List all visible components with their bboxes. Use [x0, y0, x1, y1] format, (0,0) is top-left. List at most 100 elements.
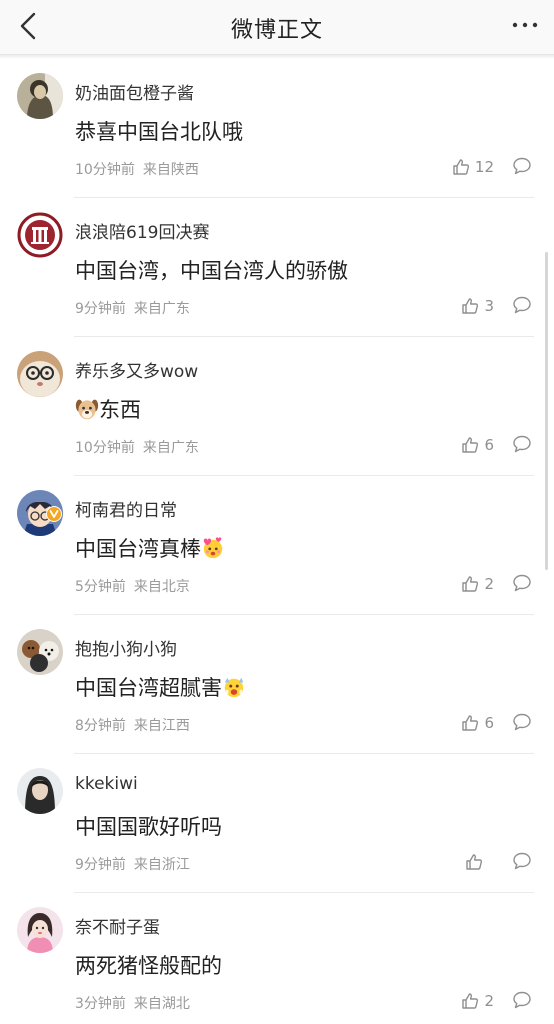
- thumbs-up-icon: [462, 576, 479, 592]
- comment-source: 来自北京: [133, 579, 190, 595]
- comment-bubble-icon: [513, 574, 531, 592]
- avatar[interactable]: [17, 629, 63, 675]
- thumbs-up-icon: [462, 993, 479, 1009]
- avatar[interactable]: [17, 907, 63, 953]
- comment-meta: 9分钟前 来自广东: [75, 298, 190, 318]
- reply-button[interactable]: [512, 434, 532, 454]
- comment-list: 奶油面包橙子酱 恭喜中国台北队哦 10分钟前 来自陕西 12 浪浪陪619回决赛…: [0, 59, 554, 1024]
- pink-girl-avatar-icon: [17, 907, 63, 953]
- avatar[interactable]: [17, 351, 63, 397]
- more-button[interactable]: [510, 12, 540, 38]
- nav-bar: 微博正文: [0, 0, 554, 55]
- comment-meta: 3分钟前 来自湖北: [75, 993, 190, 1013]
- username[interactable]: 浪浪陪619回决赛: [75, 218, 209, 243]
- comment-bubble-icon: [513, 713, 531, 731]
- more-dots-icon: [512, 22, 538, 28]
- like-button[interactable]: 2: [461, 989, 494, 1013]
- comment-text-content: 东西: [99, 398, 141, 422]
- comment-text: 恭喜中国台北队哦: [75, 116, 243, 146]
- comment-text-content: 恭喜中国台北队哦: [75, 120, 243, 144]
- dark-hair-girl-avatar-icon: [17, 768, 63, 814]
- comment-source: 来自浙江: [133, 857, 190, 873]
- comment-item: kkekiwi 中国国歌好听吗 9分钟前 来自浙江: [0, 754, 554, 893]
- like-button[interactable]: 3: [461, 294, 494, 318]
- plush-toys-avatar-icon: [17, 629, 63, 675]
- like-count: 12: [474, 158, 494, 176]
- comment-source: 来自广东: [133, 301, 190, 317]
- comment-time: 10分钟前: [75, 162, 135, 178]
- like-count: 3: [484, 297, 494, 315]
- glasses-cat-avatar-icon: [17, 351, 63, 397]
- comment-source: 来自江西: [133, 718, 190, 734]
- username[interactable]: 柯南君的日常: [75, 496, 177, 521]
- comment-meta: 10分钟前 来自广东: [75, 437, 199, 457]
- like-button[interactable]: 12: [452, 155, 494, 179]
- like-button[interactable]: 6: [461, 711, 494, 735]
- thumbs-up-icon: [462, 437, 479, 453]
- weibo-post-screen: 微博正文 奶油面包橙子酱 恭喜中国台北队哦 10分钟前 来自陕西 12 浪浪陪6…: [0, 0, 554, 1024]
- comment-text: 中国台湾真棒: [75, 533, 225, 563]
- username[interactable]: 养乐多又多wow: [75, 357, 198, 382]
- comment-item: 奈不耐子蛋 两死猪怪般配的 3分钟前 来自湖北 2: [0, 893, 554, 1024]
- like-button[interactable]: [465, 850, 494, 874]
- comment-source: 来自陕西: [142, 162, 199, 178]
- reply-button[interactable]: [512, 851, 532, 871]
- comment-bubble-icon: [513, 435, 531, 453]
- verified-badge-icon: [46, 506, 62, 522]
- comment-item: 养乐多又多wow 东西 10分钟前 来自广东 6: [0, 337, 554, 476]
- comment-bubble-icon: [513, 296, 531, 314]
- comment-text-content: 中国国歌好听吗: [75, 815, 222, 839]
- comment-text-content: 中国台湾真棒: [75, 537, 201, 561]
- thumbs-up-icon: [453, 159, 469, 175]
- avatar[interactable]: [17, 212, 63, 258]
- thumbs-up-icon: [466, 854, 483, 870]
- like-button[interactable]: 6: [461, 433, 494, 457]
- reply-button[interactable]: [512, 990, 532, 1010]
- like-button[interactable]: 2: [461, 572, 494, 596]
- comment-meta: 5分钟前 来自北京: [75, 576, 190, 596]
- comment-item: 抱抱小狗小狗 中国台湾超腻害 8分钟前 来自江西 6: [0, 615, 554, 754]
- comment-source: 来自广东: [142, 440, 199, 456]
- red-emblem-avatar-icon: [17, 212, 63, 258]
- dog-face-icon: [75, 399, 99, 420]
- reply-button[interactable]: [512, 573, 532, 593]
- avatar[interactable]: [17, 73, 63, 119]
- comment-time: 3分钟前: [75, 996, 126, 1012]
- heart-face-icon: [203, 537, 223, 559]
- comment-time: 5分钟前: [75, 579, 126, 595]
- comment-bubble-icon: [513, 991, 531, 1009]
- like-count: 2: [484, 575, 494, 593]
- comment-item: 奶油面包橙子酱 恭喜中国台北队哦 10分钟前 来自陕西 12: [0, 59, 554, 198]
- reply-button[interactable]: [512, 156, 532, 176]
- comment-text: 中国台湾超腻害: [75, 672, 246, 702]
- like-count: 2: [484, 992, 494, 1010]
- comment-text-content: 中国台湾，中国台湾人的骄傲: [75, 259, 348, 283]
- comment-time: 9分钟前: [75, 857, 126, 873]
- comment-text: 东西: [75, 394, 141, 424]
- thumbs-up-icon: [462, 715, 479, 731]
- thumbs-up-icon: [462, 298, 479, 314]
- reply-button[interactable]: [512, 712, 532, 732]
- comment-item: 柯南君的日常 中国台湾真棒 5分钟前 来自北京 2: [0, 476, 554, 615]
- avatar[interactable]: [17, 768, 63, 814]
- username[interactable]: 奶油面包橙子酱: [75, 79, 194, 104]
- comment-source: 来自湖北: [133, 996, 190, 1012]
- comment-bubble-icon: [513, 157, 531, 175]
- comment-meta: 9分钟前 来自浙江: [75, 854, 190, 874]
- reply-button[interactable]: [512, 295, 532, 315]
- shocked-face-icon: [224, 677, 244, 698]
- comment-text-content: 中国台湾超腻害: [75, 676, 222, 700]
- like-count: 6: [484, 714, 494, 732]
- comment-text: 中国台湾，中国台湾人的骄傲: [75, 255, 348, 285]
- comment-time: 9分钟前: [75, 301, 126, 317]
- comment-item: 浪浪陪619回决赛 中国台湾，中国台湾人的骄傲 9分钟前 来自广东 3: [0, 198, 554, 337]
- username[interactable]: 抱抱小狗小狗: [75, 635, 177, 660]
- person-sketch-avatar-icon: [17, 73, 63, 119]
- comment-meta: 10分钟前 来自陕西: [75, 159, 199, 179]
- comment-text-content: 两死猪怪般配的: [75, 954, 222, 978]
- scrollbar[interactable]: [545, 252, 548, 570]
- username[interactable]: 奈不耐子蛋: [75, 913, 160, 938]
- username[interactable]: kkekiwi: [75, 774, 138, 794]
- like-count: 6: [484, 436, 494, 454]
- comment-text: 中国国歌好听吗: [75, 811, 222, 841]
